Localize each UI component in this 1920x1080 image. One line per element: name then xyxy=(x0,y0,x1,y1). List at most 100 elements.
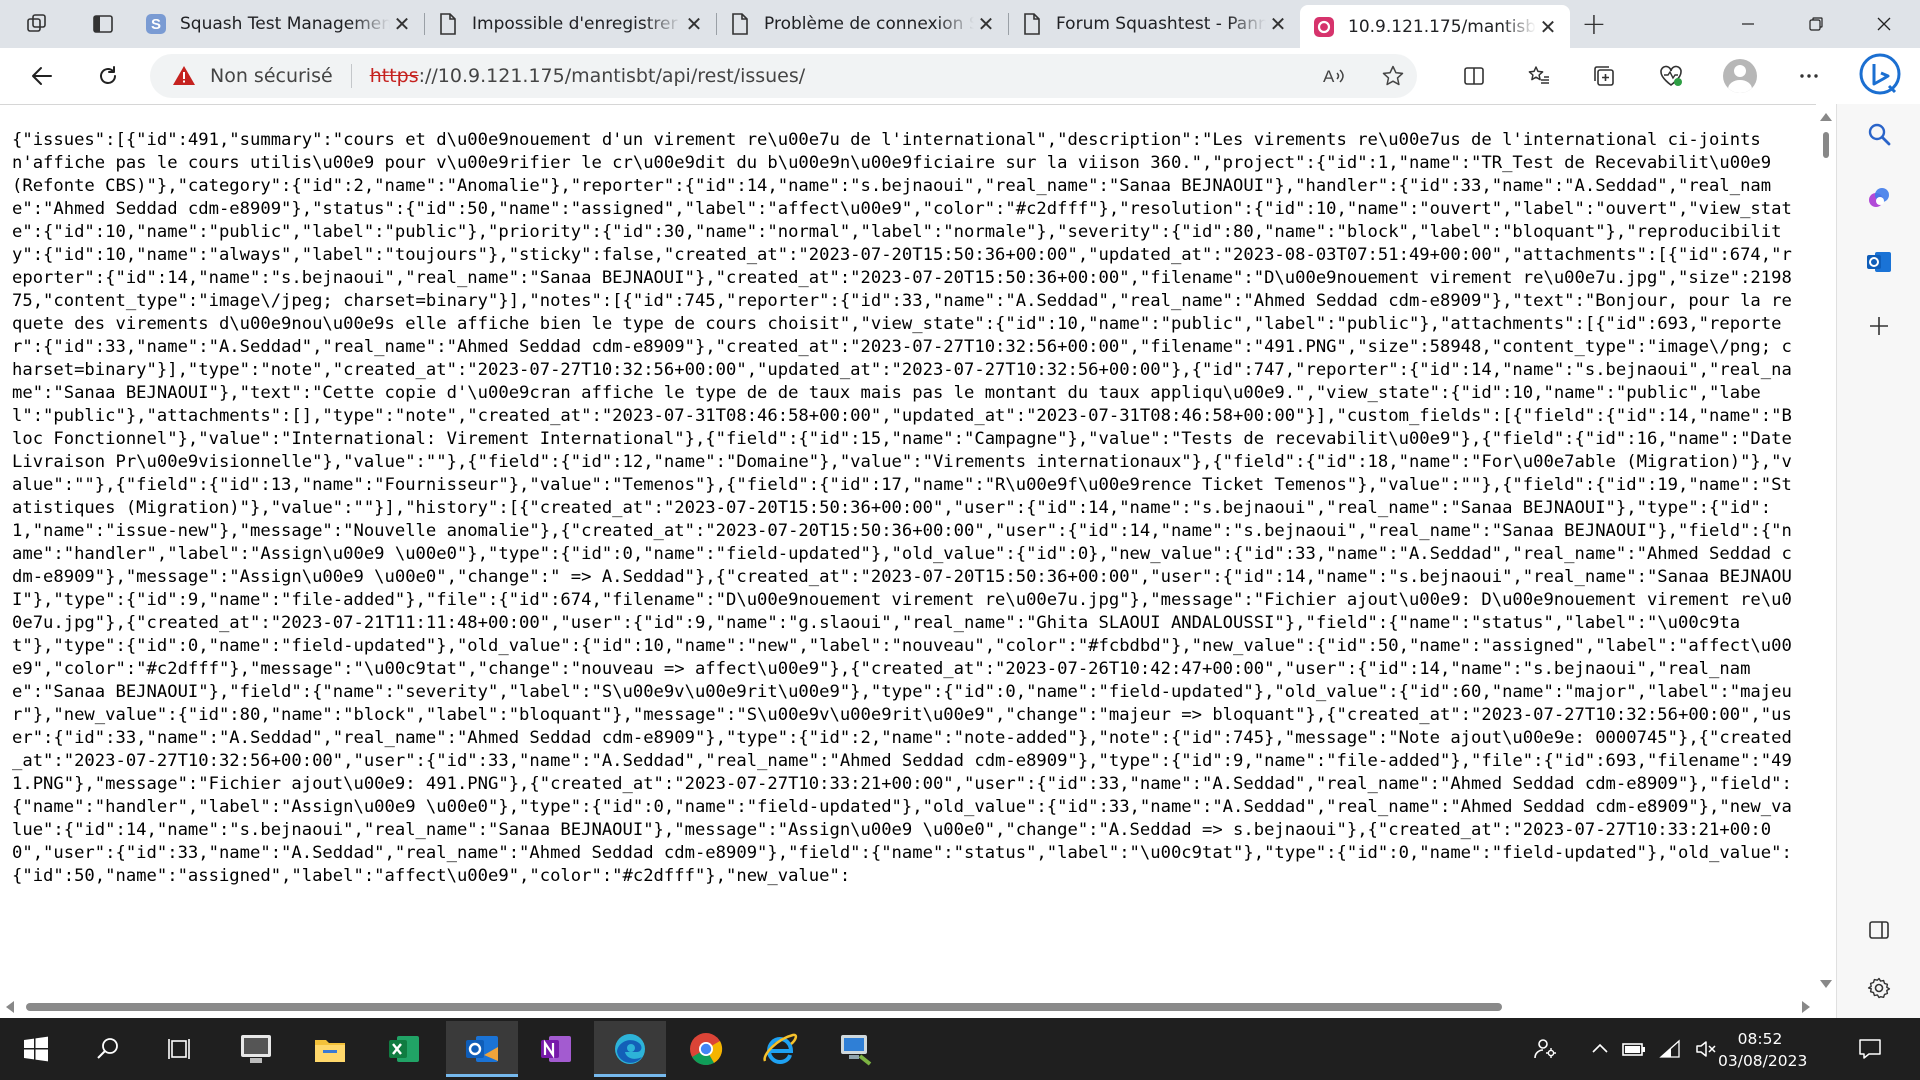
taskbar-app-file-explorer[interactable] xyxy=(294,1021,366,1077)
warning-triangle-icon[interactable] xyxy=(172,64,196,88)
close-tab-icon[interactable]: ✕ xyxy=(1266,12,1290,36)
restore-button[interactable] xyxy=(1782,0,1850,48)
svg-text:A: A xyxy=(1323,67,1335,86)
address-bar[interactable]: Non sécurisé https://10.9.121.175/mantis… xyxy=(150,54,1417,98)
taskbar-app-chrome[interactable] xyxy=(670,1021,742,1077)
tab-mantis-api[interactable]: 10.9.121.175/mantisbt/api/rest/issues/ ✕ xyxy=(1300,5,1570,48)
tab-forum-squashtest[interactable]: Forum Squashtest - Panneau ✕ xyxy=(1008,0,1300,48)
scroll-up-arrow-icon[interactable] xyxy=(1820,113,1832,121)
json-response-text: {"issues":[{"id":491,"summary":"cours et… xyxy=(12,130,1803,886)
taskbar-app-outlook[interactable] xyxy=(446,1021,518,1077)
excel-icon xyxy=(389,1036,419,1062)
sidebar-add-button[interactable] xyxy=(1859,306,1899,346)
horizontal-scroll-thumb[interactable] xyxy=(26,1003,1502,1011)
taskbar-app-onenote[interactable] xyxy=(520,1021,592,1077)
wifi-icon xyxy=(1659,1039,1680,1058)
scroll-down-arrow-icon[interactable] xyxy=(1820,980,1832,988)
outlook-icon xyxy=(466,1036,498,1062)
security-status-label[interactable]: Non sécurisé xyxy=(210,65,333,87)
address-separator xyxy=(350,64,352,88)
browser-essentials-button[interactable] xyxy=(1651,56,1691,96)
start-button[interactable] xyxy=(0,1021,72,1077)
squash-logo-icon: S xyxy=(144,12,168,36)
taskbar-app-excel[interactable] xyxy=(368,1021,440,1077)
navigation-toolbar: Non sécurisé https://10.9.121.175/mantis… xyxy=(0,48,1920,104)
favorites-button[interactable] xyxy=(1519,56,1559,96)
tab-impossible-enregistrer[interactable]: Impossible d'enregistrer un test ✕ xyxy=(424,0,716,48)
scroll-left-arrow-icon[interactable] xyxy=(6,1001,14,1013)
taskbar-app-edge[interactable] xyxy=(594,1021,666,1077)
collections-button[interactable] xyxy=(1584,56,1624,96)
vertical-scrollbar[interactable] xyxy=(1816,105,1836,992)
tab-actions-button[interactable] xyxy=(74,0,132,48)
star-icon xyxy=(1382,65,1404,86)
page-content: {"issues":[{"id":491,"summary":"cours et… xyxy=(0,104,1816,1014)
remote-desktop-icon xyxy=(841,1035,872,1066)
task-view-button[interactable] xyxy=(144,1021,216,1077)
gear-icon xyxy=(1867,977,1891,999)
new-tab-button[interactable]: + xyxy=(1570,0,1618,48)
tab-title: Squash Test Management xyxy=(180,14,390,34)
taskbar-app-desktop[interactable] xyxy=(220,1021,292,1077)
tab-probleme-connexion[interactable]: Problème de connexion Squash ✕ xyxy=(716,0,1008,48)
tray-network-button[interactable] xyxy=(1654,1018,1686,1080)
profile-button[interactable] xyxy=(1720,56,1760,96)
outlook-icon xyxy=(1867,252,1891,272)
internet-explorer-icon xyxy=(763,1033,798,1065)
collections-icon xyxy=(1594,66,1614,86)
minimize-button[interactable] xyxy=(1714,0,1782,48)
clock-date: 03/08/2023 xyxy=(1718,1052,1808,1070)
back-button[interactable] xyxy=(22,56,62,96)
more-dots-icon xyxy=(1800,74,1818,78)
bing-chat-icon xyxy=(1859,53,1901,95)
sidebar-search-button[interactable] xyxy=(1859,114,1899,154)
split-screen-icon xyxy=(1464,67,1484,85)
edge-sidebar xyxy=(1836,104,1920,1018)
close-tab-icon[interactable]: ✕ xyxy=(1536,15,1560,39)
sidebar-outlook-button[interactable] xyxy=(1859,242,1899,282)
search-button[interactable] xyxy=(72,1021,144,1077)
close-tab-icon[interactable]: ✕ xyxy=(390,12,414,36)
sidebar-hide-button[interactable] xyxy=(1859,910,1899,950)
taskbar-app-remote-desktop[interactable] xyxy=(820,1021,892,1077)
tray-overflow-button[interactable] xyxy=(1584,1018,1616,1080)
bing-chat-button[interactable] xyxy=(1856,50,1904,98)
page-icon xyxy=(1020,12,1044,36)
action-center-button[interactable] xyxy=(1850,1018,1890,1080)
mantis-icon xyxy=(1312,15,1336,39)
search-icon xyxy=(1868,123,1891,146)
heart-pulse-icon xyxy=(1660,65,1682,86)
read-aloud-button[interactable]: A xyxy=(1314,56,1354,96)
vertical-scroll-thumb[interactable] xyxy=(1823,132,1829,158)
url-scheme: https xyxy=(369,65,419,87)
tab-title: Forum Squashtest - Panneau xyxy=(1056,14,1266,34)
taskbar-clock[interactable]: 08:52 03/08/2023 xyxy=(1718,1028,1808,1072)
sidebar-settings-button[interactable] xyxy=(1859,968,1899,1008)
close-tab-icon[interactable]: ✕ xyxy=(974,12,998,36)
settings-more-button[interactable] xyxy=(1789,56,1829,96)
refresh-button[interactable] xyxy=(88,56,128,96)
refresh-icon xyxy=(100,66,116,84)
horizontal-scrollbar[interactable] xyxy=(0,996,1816,1018)
scroll-right-arrow-icon[interactable] xyxy=(1802,1001,1810,1013)
plus-icon xyxy=(1870,317,1888,335)
close-window-button[interactable] xyxy=(1850,0,1918,48)
workspaces-icon xyxy=(27,14,46,32)
tray-people-button[interactable] xyxy=(1526,1018,1566,1080)
volume-muted-icon xyxy=(1696,1041,1716,1057)
tab-squash[interactable]: S Squash Test Management ✕ xyxy=(132,0,424,48)
plus-icon: + xyxy=(1581,6,1607,42)
chrome-icon xyxy=(690,1033,723,1066)
start-icon xyxy=(24,1036,48,1062)
favorite-star-button[interactable] xyxy=(1373,56,1413,96)
split-screen-button[interactable] xyxy=(1454,56,1494,96)
tray-battery-button[interactable] xyxy=(1618,1018,1650,1080)
tab-title: 10.9.121.175/mantisbt/api/rest/issues/ xyxy=(1348,16,1536,37)
sidebar-copilot-button[interactable] xyxy=(1859,178,1899,218)
workspaces-button[interactable] xyxy=(0,0,74,48)
close-tab-icon[interactable]: ✕ xyxy=(682,12,706,36)
tab-strip: S Squash Test Management ✕ Impossible d'… xyxy=(0,0,1920,48)
taskbar-app-internet-explorer[interactable] xyxy=(744,1021,816,1077)
svg-text:S: S xyxy=(151,16,161,33)
chevron-up-icon xyxy=(1592,1043,1608,1053)
